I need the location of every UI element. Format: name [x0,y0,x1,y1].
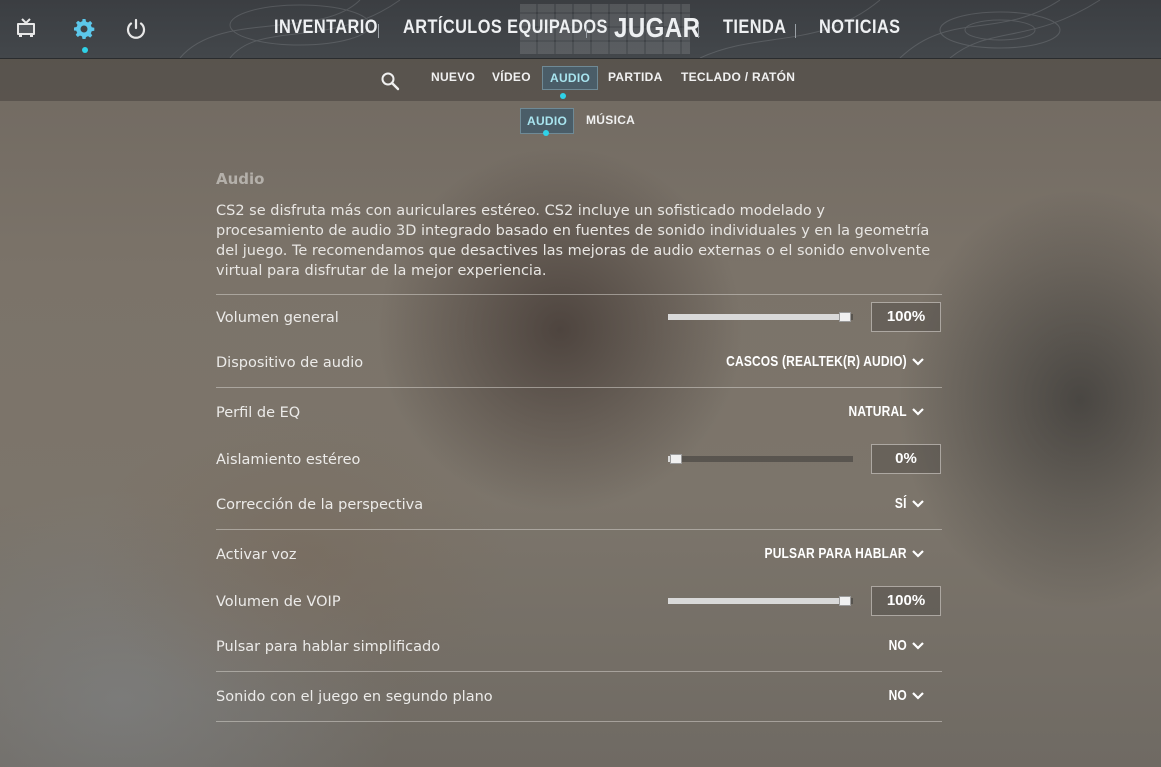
aislamiento-slider[interactable] [668,454,853,464]
chevron-down-icon [912,499,924,508]
slider-fill [668,598,845,604]
aislamiento-value[interactable]: 0% [871,444,941,474]
dispositivo-dropdown[interactable]: CASCOS (REALTEK(R) AUDIO) [681,353,925,370]
nav-separator [698,24,699,38]
tab-nuevo[interactable]: NUEVO [431,70,475,84]
setting-label-ptt-simplificado: Pulsar para hablar simplificado [216,639,441,655]
slider-handle[interactable] [839,312,851,322]
volumen-voip-slider[interactable] [668,596,853,606]
active-indicator [82,47,88,53]
perspectiva-dropdown[interactable]: SÍ [892,495,925,512]
divider [216,529,942,530]
dropdown-value: NATURAL [848,403,907,420]
perfil-eq-dropdown[interactable]: NATURAL [834,403,925,420]
setting-label-aislamiento: Aislamiento estéreo [216,452,361,468]
tab-partida[interactable]: PARTIDA [608,70,663,84]
chevron-down-icon [912,549,924,558]
volumen-voip-value[interactable]: 100% [871,586,941,616]
active-tab-indicator [560,93,566,99]
setting-label-perspectiva: Corrección de la perspectiva [216,497,424,513]
dropdown-value: PULSAR PARA HABLAR [764,545,907,562]
divider [216,721,942,722]
setting-label-perfil-eq: Perfil de EQ [216,405,301,421]
chevron-down-icon [912,357,924,366]
nav-noticias[interactable]: NOTICIAS [819,17,901,39]
nav-articulos-equipados[interactable]: ARTÍCULOS EQUIPADOS [403,17,608,39]
tab-audio[interactable]: AUDIO [542,66,599,90]
tab-teclado-raton[interactable]: TECLADO / RATÓN [681,70,795,84]
dropdown-value: CASCOS (REALTEK(R) AUDIO) [726,353,907,370]
dropdown-value: NO [888,687,907,704]
divider [216,294,942,295]
gear-icon[interactable] [72,17,96,41]
nav-separator [795,24,796,38]
subtab-musica[interactable]: MÚSICA [586,113,635,127]
search-icon[interactable] [380,71,400,91]
nav-jugar[interactable]: JUGAR [614,12,700,44]
nav-tienda[interactable]: TIENDA [723,17,786,39]
ptt-simplificado-dropdown[interactable]: NO [884,637,925,654]
tv-icon[interactable] [14,17,38,41]
slider-handle[interactable] [839,596,851,606]
nav-separator [378,24,379,38]
divider [216,387,942,388]
setting-label-volumen-voip: Volumen de VOIP [216,594,341,610]
activar-voz-dropdown[interactable]: PULSAR PARA HABLAR [729,545,925,562]
slider-handle[interactable] [670,454,682,464]
volumen-general-value[interactable]: 100% [871,302,941,332]
settings-tab-bar: NUEVO VÍDEO AUDIO PARTIDA TECLADO / RATÓ… [0,59,1161,101]
nav-separator [586,24,587,38]
tab-video[interactable]: VÍDEO [492,70,531,84]
chevron-down-icon [912,407,924,416]
divider [216,671,942,672]
slider-fill [668,314,845,320]
section-title: Audio [216,170,265,188]
chevron-down-icon [912,691,924,700]
nav-inventario[interactable]: INVENTARIO [274,17,378,39]
chevron-down-icon [912,641,924,650]
dropdown-value: NO [888,637,907,654]
top-bar: INVENTARIO ARTÍCULOS EQUIPADOS JUGAR TIE… [0,0,1161,59]
active-subtab-indicator [543,130,549,136]
setting-label-volumen-general: Volumen general [216,310,339,326]
setting-label-activar-voz: Activar voz [216,547,297,563]
section-description: CS2 se disfruta más con auriculares esté… [216,203,931,279]
dropdown-value: SÍ [895,495,907,512]
segundo-plano-dropdown[interactable]: NO [884,687,925,704]
power-icon[interactable] [124,17,148,41]
setting-label-dispositivo: Dispositivo de audio [216,355,364,371]
volumen-general-slider[interactable] [668,312,853,322]
setting-label-segundo-plano: Sonido con el juego en segundo plano [216,689,493,705]
